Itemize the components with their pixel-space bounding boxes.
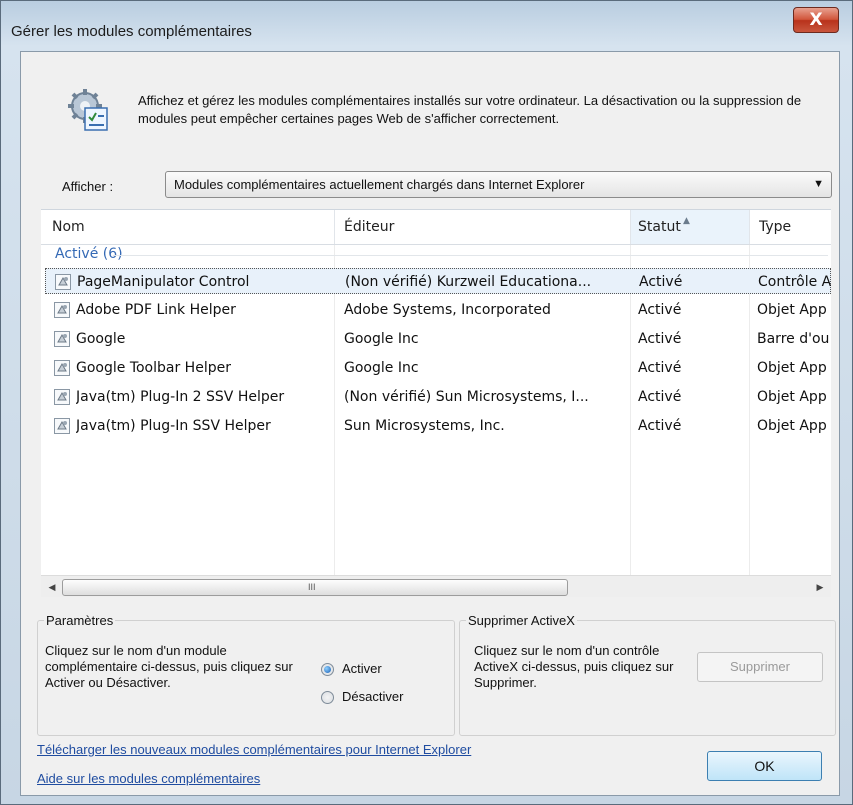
column-header-name[interactable]: Nom <box>52 210 332 244</box>
remove-activex-group: Supprimer ActiveX Cliquez sur le nom d'u… <box>459 613 836 736</box>
addon-status: Activé <box>638 302 682 318</box>
close-button[interactable]: X <box>793 7 839 33</box>
addons-gear-icon <box>68 89 108 131</box>
addon-row[interactable]: Java(tm) Plug-In SSV Helper Sun Microsyst… <box>45 413 831 439</box>
column-header-publisher[interactable]: Éditeur <box>344 210 624 244</box>
enable-radio[interactable] <box>321 663 334 676</box>
addon-status: Activé <box>638 389 682 405</box>
addon-status: Activé <box>639 274 683 290</box>
column-header-status-label: Statut <box>638 219 681 235</box>
intro-text: Affichez et gérez les modules complément… <box>138 93 802 126</box>
header-separator <box>749 210 750 244</box>
addon-type: Contrôle A <box>758 274 831 290</box>
addon-icon <box>54 302 70 318</box>
settings-instructions: Cliquez sur le nom d'un module complémen… <box>45 643 293 690</box>
addon-name: Adobe PDF Link Helper <box>76 302 236 318</box>
show-dropdown[interactable]: Modules complémentaires actuellement cha… <box>165 171 832 198</box>
addon-row[interactable]: Java(tm) Plug-In 2 SSV Helper (Non vérifi… <box>45 384 831 410</box>
scroll-left-arrow-icon[interactable]: ◀ <box>44 579 60 595</box>
disable-radio-label[interactable]: Désactiver <box>342 689 403 704</box>
addon-publisher: Google Inc <box>344 331 419 347</box>
settings-group: Paramètres Cliquez sur le nom d'un modul… <box>37 613 455 736</box>
addon-icon <box>54 418 70 434</box>
addon-row[interactable]: Google Google Inc Activé Barre d'ou <box>45 326 831 352</box>
addon-row[interactable]: Google Toolbar Helper Google Inc Activé Obj… <box>45 355 831 381</box>
addon-icon <box>54 360 70 376</box>
group-divider <box>113 255 828 256</box>
addon-name: Java(tm) Plug-In 2 SSV Helper <box>76 389 285 405</box>
header-separator <box>334 210 335 244</box>
addon-status: Activé <box>638 360 682 376</box>
addon-icon <box>54 331 70 347</box>
addon-icon <box>55 274 71 290</box>
settings-legend: Paramètres <box>44 613 116 628</box>
scrollbar-grip: III <box>308 582 316 592</box>
download-addons-link[interactable]: Télécharger les nouveaux modules complém… <box>37 742 471 757</box>
addon-publisher: Google Inc <box>344 360 419 376</box>
addon-row[interactable]: Adobe PDF Link Helper Adobe Systems, Inco… <box>45 297 831 323</box>
ok-button[interactable]: OK <box>707 751 822 781</box>
addons-help-link[interactable]: Aide sur les modules complémentaires <box>37 771 260 786</box>
addon-publisher: (Non vérifié) Kurzweil Educationa... <box>345 274 592 290</box>
dialog-client-area: Affichez et gérez les modules complément… <box>20 51 840 796</box>
group-header-enabled[interactable]: Activé (6) <box>55 246 123 262</box>
addon-type: Objet App <box>757 302 827 318</box>
show-dropdown-value: Modules complémentaires actuellement cha… <box>174 177 585 192</box>
addon-name: Google <box>76 331 126 347</box>
enable-radio-label[interactable]: Activer <box>342 661 382 676</box>
addon-publisher: Adobe Systems, Incorporated <box>344 302 551 318</box>
dialog-window: Gérer les modules complémentaires X Affi… <box>0 0 853 805</box>
addon-row[interactable]: PageManipulator Control (Non vérifié) Kur… <box>45 268 831 294</box>
addon-type: Objet App <box>757 418 827 434</box>
show-label: Afficher : <box>62 179 114 194</box>
addon-type: Barre d'ou <box>757 331 830 347</box>
addon-icon <box>54 389 70 405</box>
addon-name: Google Toolbar Helper <box>76 360 231 376</box>
column-header-status[interactable]: Statut ▲ <box>631 210 749 244</box>
scrollbar-thumb[interactable]: III <box>62 579 568 596</box>
remove-activex-legend: Supprimer ActiveX <box>466 613 577 628</box>
addon-publisher: Sun Microsystems, Inc. <box>344 418 505 434</box>
addon-status: Activé <box>638 331 682 347</box>
window-title: Gérer les modules complémentaires <box>11 23 252 40</box>
column-header-type[interactable]: Type <box>759 210 831 244</box>
scroll-right-arrow-icon[interactable]: ▶ <box>812 579 828 595</box>
horizontal-scrollbar[interactable]: ◀ III ▶ <box>41 575 831 597</box>
list-header: Nom Éditeur Statut ▲ Type <box>41 210 831 245</box>
chevron-down-icon: ▼ <box>813 178 824 190</box>
addon-name: Java(tm) Plug-In SSV Helper <box>76 418 271 434</box>
addon-type: Objet App <box>757 389 827 405</box>
disable-radio[interactable] <box>321 691 334 704</box>
remove-button[interactable]: Supprimer <box>697 652 823 682</box>
remove-activex-instructions: Cliquez sur le nom d'un contrôle ActiveX… <box>474 643 674 690</box>
sort-ascending-icon: ▲ <box>683 216 690 226</box>
addon-publisher: (Non vérifié) Sun Microsystems, I... <box>344 389 589 405</box>
addon-status: Activé <box>638 418 682 434</box>
addon-type: Objet App <box>757 360 827 376</box>
addons-list[interactable]: Nom Éditeur Statut ▲ Type Activé (6) Pag… <box>41 209 831 597</box>
addon-name: PageManipulator Control <box>77 274 250 290</box>
